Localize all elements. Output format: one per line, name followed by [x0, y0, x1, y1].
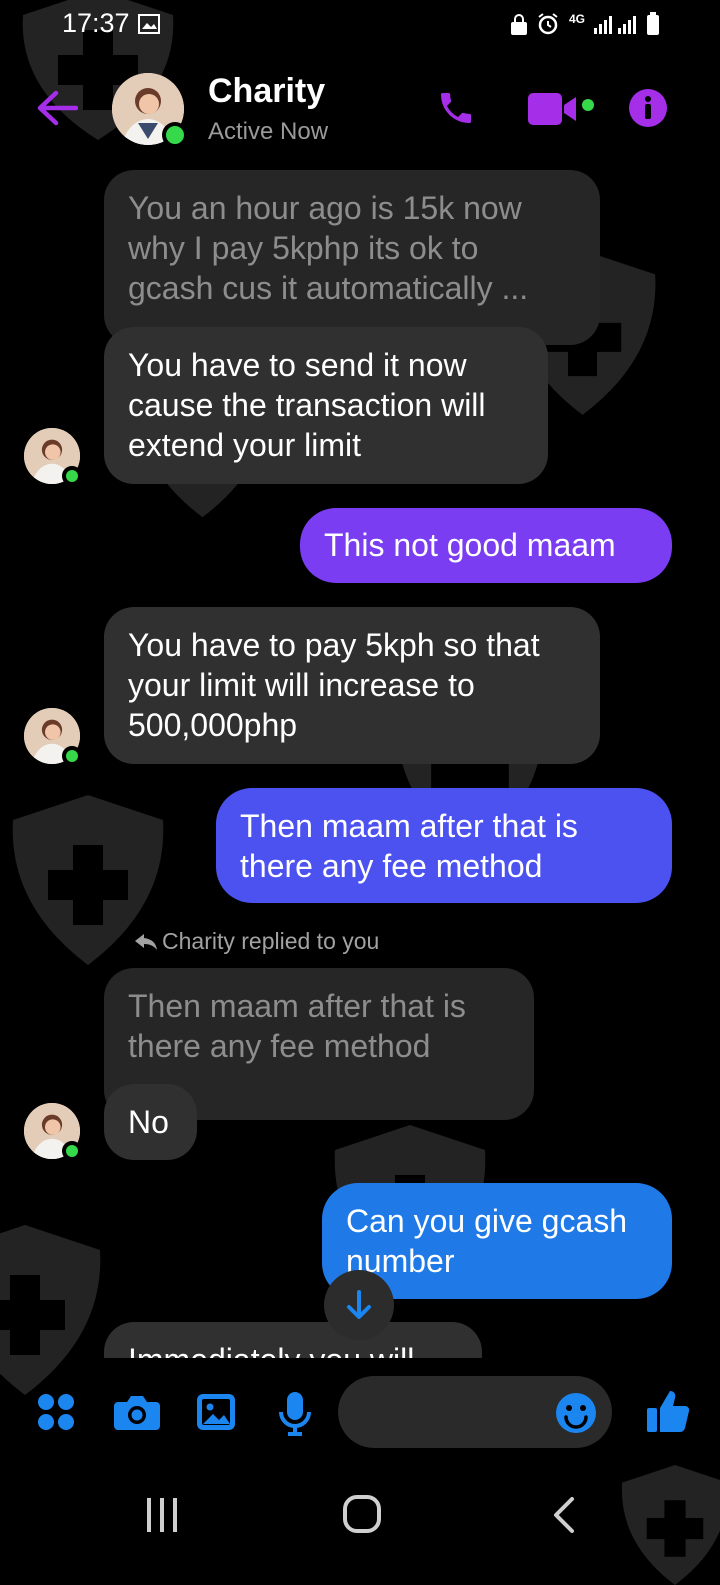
outgoing-message-bubble[interactable]: Then maam after that is there any fee me… [216, 788, 672, 903]
lock-status-icon [511, 14, 527, 35]
message-line: 500,000php [128, 707, 298, 743]
message-line: You have to pay 5kph so that [128, 627, 540, 663]
phone-icon[interactable] [436, 88, 476, 128]
signal-strength-icon [594, 16, 636, 34]
message-line: extend your limit [128, 427, 361, 463]
scroll-to-bottom-button[interactable] [324, 1270, 394, 1340]
microphone-icon[interactable] [278, 1390, 312, 1436]
gallery-notification-icon [138, 14, 160, 34]
down-arrow-icon [347, 1290, 371, 1319]
camera-icon[interactable] [114, 1394, 160, 1432]
video-camera-icon[interactable] [528, 92, 580, 126]
online-status-dot [62, 1141, 82, 1161]
four-dots-icon[interactable] [36, 1392, 76, 1432]
contact-name[interactable]: Charity [208, 72, 325, 111]
battery-icon [647, 12, 659, 35]
contact-active-status: Active Now [208, 118, 329, 145]
message-line: Then maam after that is [128, 988, 466, 1024]
home-icon[interactable] [342, 1494, 382, 1534]
message-line: there any fee method [240, 848, 543, 884]
message-line: You have to send it now [128, 347, 467, 383]
online-status-dot [162, 122, 188, 148]
reply-indicator-text: Charity replied to you [162, 928, 380, 954]
message-line: Then maam after that is [240, 808, 578, 844]
message-line: You an hour ago is 15k now [128, 190, 522, 226]
message-line: your limit will increase to [128, 667, 475, 703]
smiley-icon[interactable] [555, 1392, 597, 1434]
incoming-message-bubble[interactable]: Immediately you will [104, 1322, 482, 1358]
incoming-message-bubble[interactable]: No [104, 1084, 197, 1160]
message-line: This not good maam [324, 527, 616, 563]
message-line: Can you give gcash [346, 1203, 628, 1239]
outgoing-message-bubble[interactable]: This not good maam [300, 508, 672, 583]
message-line: why I pay 5kphp its ok to [128, 230, 479, 266]
system-back-icon[interactable] [548, 1496, 578, 1534]
image-icon[interactable] [195, 1392, 237, 1432]
quoted-message-bubble[interactable]: You an hour ago is 15k now why I pay 5kp… [104, 170, 600, 345]
reply-arrow-icon [135, 934, 157, 950]
status-time: 17:37 [62, 8, 130, 38]
message-line: gcash cus it automatically ... [128, 270, 529, 306]
message-line: there any fee method [128, 1028, 431, 1064]
alarm-icon [538, 13, 558, 35]
incoming-message-bubble[interactable]: You have to pay 5kph so that your limit … [104, 607, 600, 764]
incoming-message-bubble[interactable]: You have to send it now cause the transa… [104, 327, 548, 484]
online-status-dot [62, 466, 82, 486]
video-active-dot [582, 99, 594, 111]
message-line: No [128, 1104, 169, 1140]
watermark-shield-icon [621, 1465, 720, 1585]
online-status-dot [62, 746, 82, 766]
thumbs-up-icon[interactable] [646, 1388, 690, 1434]
reply-indicator: Charity replied to you [134, 928, 379, 955]
back-arrow-icon[interactable] [36, 90, 78, 126]
recent-apps-icon[interactable] [142, 1496, 182, 1534]
message-line: Immediately you will [128, 1340, 458, 1358]
message-line: cause the transaction will [128, 387, 486, 423]
network-type-label: 4G [569, 12, 586, 26]
info-icon[interactable] [628, 88, 668, 128]
